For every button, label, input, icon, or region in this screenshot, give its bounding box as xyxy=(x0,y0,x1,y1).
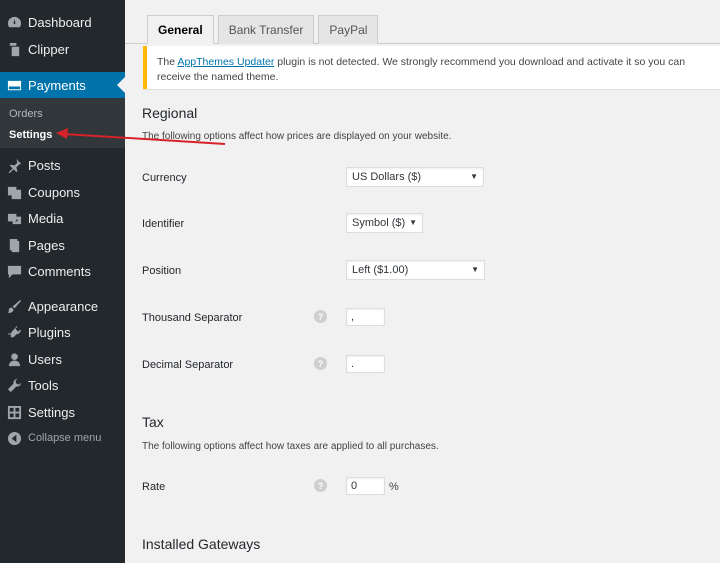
sidebar-item-pages[interactable]: Pages xyxy=(0,232,125,258)
payments-submenu: Orders Settings xyxy=(0,98,125,148)
installed-gateways-heading: Installed Gateways xyxy=(142,536,261,552)
tab-paypal[interactable]: PayPal xyxy=(318,15,379,44)
coupons-icon xyxy=(6,184,22,200)
sidebar-item-label: Users xyxy=(28,351,62,367)
sidebar-item-users[interactable]: Users xyxy=(0,346,125,372)
decimal-separator-input[interactable]: . xyxy=(346,355,385,373)
main-content: General Bank Transfer PayPal The AppThem… xyxy=(125,0,720,563)
sidebar-item-label: Payments xyxy=(28,77,86,93)
sidebar-item-posts[interactable]: Posts xyxy=(0,152,125,178)
notice-prefix: The xyxy=(157,56,178,68)
sidebar-item-label: Comments xyxy=(28,263,91,279)
caret-down-icon: ▼ xyxy=(409,218,417,227)
appthemes-updater-link[interactable]: AppThemes Updater xyxy=(177,56,274,68)
rate-unit: % xyxy=(389,481,399,493)
thousand-separator-input[interactable]: , xyxy=(346,308,385,326)
currency-select[interactable]: US Dollars ($) ▼ xyxy=(346,167,484,187)
help-icon[interactable]: ? xyxy=(314,310,327,323)
sidebar-item-label: Plugins xyxy=(28,324,71,340)
tab-bank-transfer[interactable]: Bank Transfer xyxy=(217,15,315,44)
identifier-select[interactable]: Symbol ($) ▼ xyxy=(346,213,423,233)
sidebar-item-label: Coupons xyxy=(28,184,81,200)
clipper-icon xyxy=(6,41,22,57)
sidebar-item-payments[interactable]: Payments xyxy=(0,72,125,98)
sidebar-item-comments[interactable]: Comments xyxy=(0,258,125,284)
dashboard-icon xyxy=(6,14,22,30)
currency-value: US Dollars ($) xyxy=(352,171,422,183)
identifier-label: Identifier xyxy=(142,218,185,230)
sidebar-item-label: Dashboard xyxy=(28,14,92,30)
thousand-separator-value: , xyxy=(351,311,355,323)
tax-heading: Tax xyxy=(142,414,164,430)
help-icon[interactable]: ? xyxy=(314,357,327,370)
settings-tabs: General Bank Transfer PayPal xyxy=(147,15,382,44)
caret-down-icon: ▼ xyxy=(470,172,478,181)
help-icon[interactable]: ? xyxy=(314,479,327,492)
pin-icon xyxy=(6,157,22,173)
updater-notice: The AppThemes Updater plugin is not dete… xyxy=(143,46,720,89)
position-value: Left ($1.00) xyxy=(352,264,409,276)
rate-input[interactable]: 0 xyxy=(346,477,385,495)
plugin-icon xyxy=(6,324,22,340)
position-label: Position xyxy=(142,265,182,277)
sidebar-item-label: Media xyxy=(28,210,64,226)
wrench-icon xyxy=(6,377,22,393)
regional-description: The following options affect how prices … xyxy=(142,131,452,142)
settings-icon xyxy=(6,404,22,420)
sidebar-item-label: Clipper xyxy=(28,41,70,57)
sidebar-item-label: Posts xyxy=(28,157,61,173)
submenu-item-settings[interactable]: Settings xyxy=(9,129,52,141)
sidebar-item-label: Appearance xyxy=(28,298,99,314)
sidebar-item-label: Pages xyxy=(28,237,65,253)
thousand-separator-label: Thousand Separator xyxy=(142,312,243,324)
identifier-value: Symbol ($) xyxy=(352,217,406,229)
users-icon xyxy=(6,351,22,367)
tax-description: The following options affect how taxes a… xyxy=(142,441,439,452)
payments-icon xyxy=(6,77,22,93)
sidebar-item-dashboard[interactable]: Dashboard xyxy=(0,9,125,35)
collapse-menu-label: Collapse menu xyxy=(28,432,102,444)
admin-sidebar: Dashboard Clipper Payments Orders Settin… xyxy=(0,0,125,563)
comments-icon xyxy=(6,263,22,279)
rate-label: Rate xyxy=(142,481,166,493)
position-select[interactable]: Left ($1.00) ▼ xyxy=(346,260,485,280)
caret-down-icon: ▼ xyxy=(471,265,479,274)
collapse-icon xyxy=(6,430,22,446)
sidebar-item-tools[interactable]: Tools xyxy=(0,372,125,398)
pages-icon xyxy=(6,237,22,253)
sidebar-item-label: Tools xyxy=(28,377,59,393)
collapse-menu-button[interactable]: Collapse menu xyxy=(0,425,125,451)
tab-general[interactable]: General xyxy=(147,15,214,44)
sidebar-item-clipper[interactable]: Clipper xyxy=(0,36,125,62)
sidebar-item-settings[interactable]: Settings xyxy=(0,399,125,425)
rate-value: 0 xyxy=(351,480,358,492)
sidebar-item-appearance[interactable]: Appearance xyxy=(0,293,125,319)
sidebar-item-label: Settings xyxy=(28,404,75,420)
media-icon xyxy=(6,210,22,226)
brush-icon xyxy=(6,298,22,314)
sidebar-item-coupons[interactable]: Coupons xyxy=(0,179,125,205)
current-menu-pointer xyxy=(117,77,125,93)
sidebar-item-media[interactable]: Media xyxy=(0,205,125,231)
decimal-separator-value: . xyxy=(351,358,355,370)
submenu-item-orders[interactable]: Orders xyxy=(9,108,43,120)
regional-heading: Regional xyxy=(142,105,198,121)
currency-label: Currency xyxy=(142,172,187,184)
decimal-separator-label: Decimal Separator xyxy=(142,359,234,371)
sidebar-item-plugins[interactable]: Plugins xyxy=(0,319,125,345)
